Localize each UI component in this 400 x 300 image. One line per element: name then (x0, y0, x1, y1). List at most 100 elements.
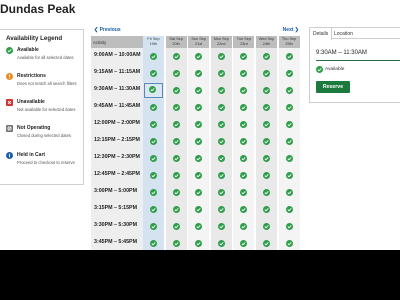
availability-cell[interactable] (210, 82, 232, 99)
availability-cell[interactable] (188, 99, 210, 116)
availability-cell[interactable] (143, 99, 164, 116)
availability-cell[interactable] (143, 150, 164, 167)
availability-cell[interactable] (233, 48, 255, 65)
availability-cell[interactable] (188, 116, 210, 133)
previous-link[interactable]: ❮ Previous (94, 27, 121, 33)
availability-cell[interactable] (210, 65, 232, 82)
legend-label: Not Operating (17, 125, 51, 131)
availability-cell[interactable] (188, 48, 210, 65)
availability-cell[interactable] (210, 133, 232, 150)
availability-cell[interactable] (233, 82, 255, 99)
availability-cell[interactable] (188, 167, 210, 184)
availability-cell[interactable] (233, 116, 255, 133)
available-icon (172, 138, 180, 145)
availability-cell[interactable] (256, 150, 277, 167)
legend-desc: Proceed to checkout to reserve (17, 160, 75, 165)
availability-cell[interactable] (278, 150, 300, 167)
availability-cell[interactable] (165, 99, 187, 116)
availability-cell[interactable] (165, 116, 187, 133)
availability-cell[interactable] (143, 116, 164, 133)
availability-cell[interactable] (165, 184, 187, 201)
legend-label: Unavailable (17, 99, 45, 105)
available-icon (195, 206, 203, 213)
availability-cell[interactable] (278, 167, 300, 184)
availability-cell[interactable] (256, 201, 277, 218)
available-icon (240, 138, 248, 145)
tab-details[interactable]: Details (310, 28, 333, 40)
availability-cell[interactable] (278, 99, 300, 116)
available-icon (285, 206, 293, 213)
next-link[interactable]: Next ❯ (283, 27, 299, 33)
availability-cell[interactable] (143, 201, 164, 218)
availability-cell[interactable] (278, 82, 300, 99)
availability-cell[interactable] (165, 218, 187, 235)
availability-cell[interactable] (165, 133, 187, 150)
availability-cell[interactable] (278, 184, 300, 201)
availability-cell[interactable] (188, 201, 210, 218)
availability-cell[interactable] (256, 48, 277, 65)
available-icon (172, 87, 180, 94)
unavailable-icon (6, 99, 13, 106)
availability-cell[interactable] (143, 133, 164, 150)
availability-cell[interactable] (233, 201, 255, 218)
available-icon (150, 155, 157, 162)
availability-cell[interactable] (165, 150, 187, 167)
availability-cell[interactable] (143, 82, 164, 99)
availability-cell[interactable] (188, 82, 210, 99)
availability-cell[interactable] (233, 218, 255, 235)
availability-cell[interactable] (143, 184, 164, 201)
availability-cell[interactable] (256, 167, 277, 184)
availability-cell[interactable] (210, 167, 232, 184)
availability-cell[interactable] (165, 201, 187, 218)
availability-cell[interactable] (165, 82, 187, 99)
available-icon (217, 104, 225, 111)
availability-cell[interactable] (233, 150, 255, 167)
reserve-button[interactable]: Reserve (316, 81, 350, 93)
availability-cell[interactable] (256, 218, 277, 235)
availability-cell[interactable] (210, 184, 232, 201)
availability-cell[interactable] (278, 201, 300, 218)
availability-cell[interactable] (256, 65, 277, 82)
availability-cell[interactable] (143, 167, 164, 184)
availability-cell[interactable] (210, 201, 232, 218)
legend-label: Available (17, 47, 39, 53)
availability-cell[interactable] (278, 218, 300, 235)
availability-cell[interactable] (143, 48, 164, 65)
availability-cell[interactable] (256, 116, 277, 133)
availability-cell[interactable] (233, 167, 255, 184)
tab-location[interactable]: Location (331, 28, 356, 39)
availability-cell[interactable] (143, 218, 164, 235)
available-icon (195, 155, 203, 162)
availability-cell[interactable] (278, 65, 300, 82)
availability-cell[interactable] (210, 150, 232, 167)
availability-cell[interactable] (256, 82, 277, 99)
availability-cell[interactable] (210, 218, 232, 235)
availability-cell[interactable] (143, 65, 164, 82)
available-icon (149, 86, 156, 93)
day-label: Sat Sep (169, 37, 183, 41)
day-label: Fri Sep (147, 37, 160, 41)
availability-cell[interactable] (256, 99, 277, 116)
availability-cell[interactable] (233, 184, 255, 201)
availability-cell[interactable] (210, 99, 232, 116)
availability-cell[interactable] (233, 133, 255, 150)
availability-cell[interactable] (256, 184, 277, 201)
availability-cell[interactable] (188, 150, 210, 167)
availability-cell[interactable] (165, 167, 187, 184)
details-panel: Details Location 9:30AM – 11:30AM Availa… (309, 27, 400, 103)
availability-cell[interactable] (188, 133, 210, 150)
availability-cell[interactable] (165, 65, 187, 82)
availability-cell[interactable] (188, 218, 210, 235)
availability-cell[interactable] (165, 48, 187, 65)
availability-cell[interactable] (188, 65, 210, 82)
availability-cell[interactable] (233, 99, 255, 116)
availability-cell[interactable] (210, 48, 232, 65)
availability-cell[interactable] (210, 116, 232, 133)
availability-cell[interactable] (278, 116, 300, 133)
availability-cell[interactable] (233, 65, 255, 82)
available-icon (195, 104, 203, 111)
availability-cell[interactable] (278, 133, 300, 150)
availability-cell[interactable] (256, 133, 277, 150)
availability-cell[interactable] (188, 184, 210, 201)
availability-cell[interactable] (278, 48, 300, 65)
